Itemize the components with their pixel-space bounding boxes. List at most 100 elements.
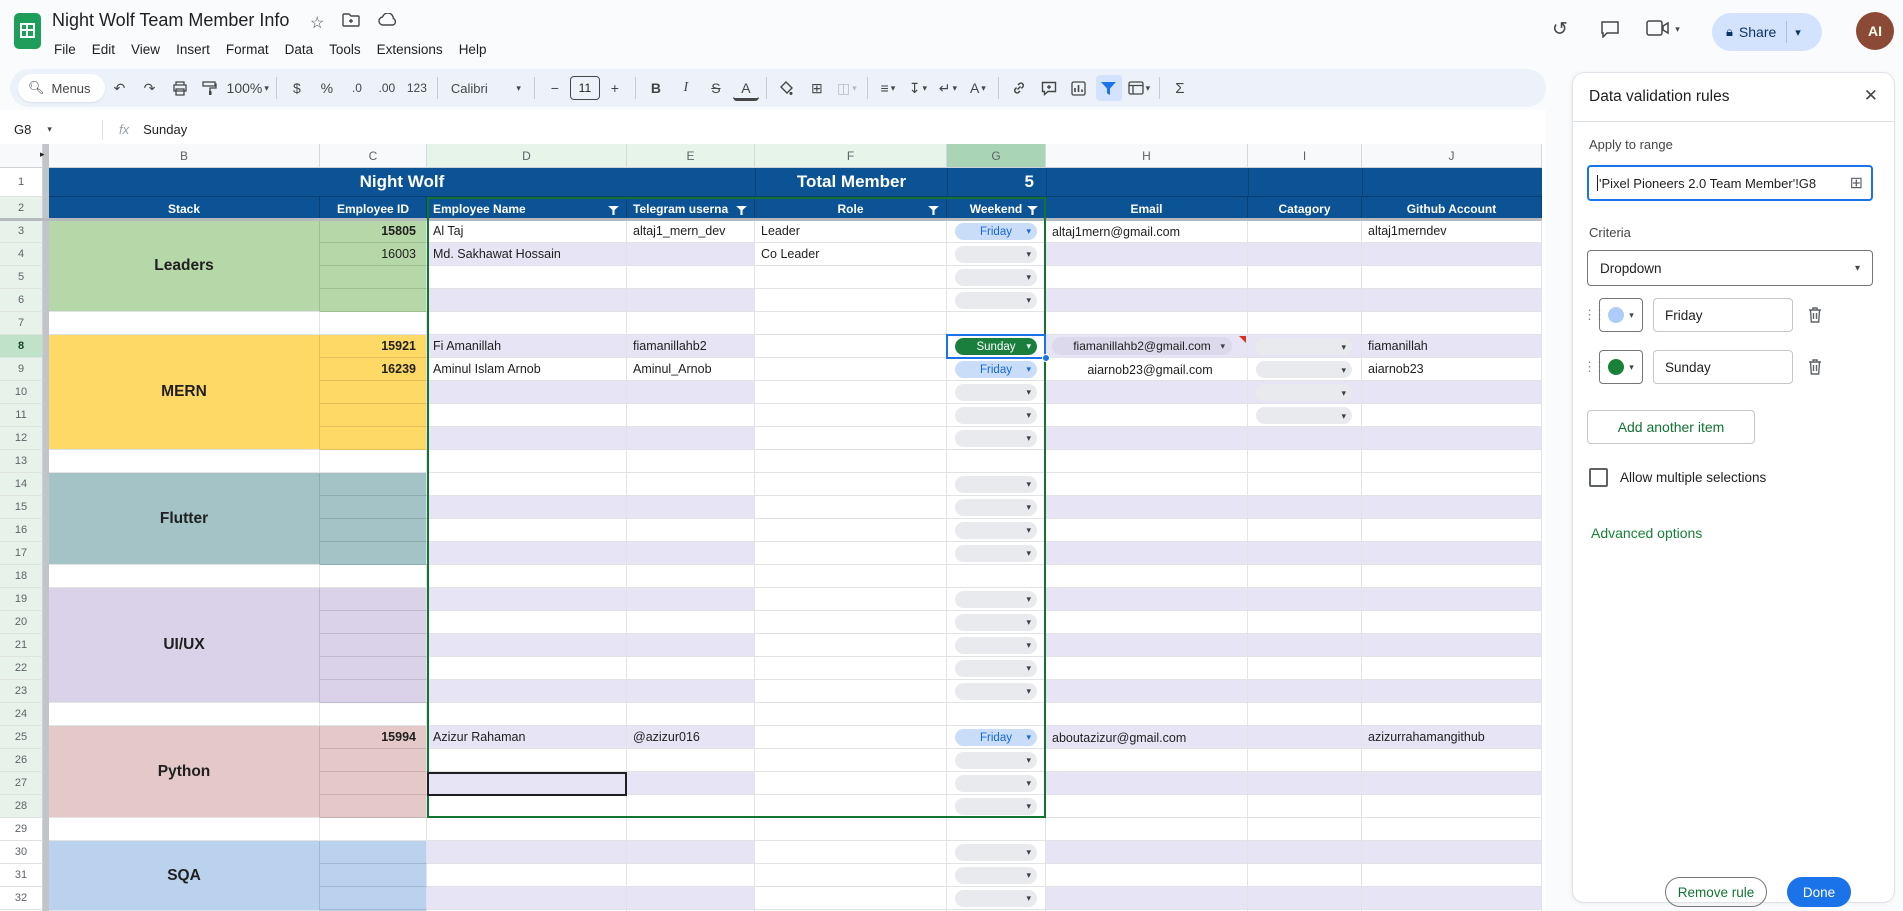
cell-E17[interactable]	[627, 542, 755, 565]
chip-dropdown-icon[interactable]: ▾	[1026, 387, 1031, 398]
cell-J18[interactable]	[1362, 565, 1542, 588]
row-header-7[interactable]: 7	[0, 312, 43, 335]
cell-D23[interactable]	[427, 680, 627, 703]
cell-I27[interactable]	[1248, 772, 1362, 795]
color-swatch-sunday[interactable]: ▾	[1599, 350, 1643, 384]
cell-J14[interactable]	[1362, 473, 1542, 496]
cell-C19[interactable]	[320, 588, 427, 611]
cell-D30[interactable]	[427, 841, 627, 864]
chip-dropdown-icon[interactable]: ▾	[1026, 801, 1031, 812]
cell-J31[interactable]	[1362, 864, 1542, 887]
cell-I31[interactable]	[1248, 864, 1362, 887]
cell-J13[interactable]	[1362, 450, 1542, 473]
menu-extensions[interactable]: Extensions	[369, 38, 451, 62]
cell-C9[interactable]: 16239	[320, 358, 427, 381]
chip-dropdown-icon[interactable]: ▾	[1026, 249, 1031, 260]
row-header-12[interactable]: 12	[0, 427, 43, 450]
cell-I14[interactable]	[1248, 473, 1362, 496]
chip-dropdown-icon[interactable]: ▾	[1026, 640, 1031, 651]
banner-blank[interactable]	[1046, 168, 1248, 197]
cell-J9[interactable]: aiarnob23	[1362, 358, 1542, 381]
cell-I19[interactable]	[1248, 588, 1362, 611]
fill-color-button[interactable]	[774, 75, 800, 101]
header-cell-J[interactable]: Github Account	[1362, 197, 1542, 220]
category-chip-I9[interactable]: ▾	[1256, 361, 1352, 378]
cell-F30[interactable]	[755, 841, 947, 864]
group-label-uiux[interactable]: UI/UX	[49, 588, 320, 703]
row-header-30[interactable]: 30	[0, 841, 43, 864]
column-header-G[interactable]: G	[947, 144, 1046, 168]
cell-H16[interactable]	[1046, 519, 1248, 542]
group-label-sqa[interactable]: SQA	[49, 841, 320, 911]
row-header-20[interactable]: 20	[0, 611, 43, 634]
cell-C10[interactable]	[320, 381, 427, 404]
header-cell-F[interactable]: Role	[755, 197, 947, 220]
row-header-31[interactable]: 31	[0, 864, 43, 887]
version-history-icon[interactable]: ↺	[1552, 18, 1568, 41]
format-currency-button[interactable]: $	[284, 75, 310, 101]
weekend-chip-G16[interactable]: ▾	[955, 522, 1037, 539]
cell-J27[interactable]	[1362, 772, 1542, 795]
cell-C26[interactable]	[320, 749, 427, 772]
chip-dropdown-icon[interactable]: ▾	[1026, 686, 1031, 697]
cell-F20[interactable]	[755, 611, 947, 634]
cell-F7[interactable]	[755, 312, 947, 335]
row-header-11[interactable]: 11	[0, 404, 43, 427]
menu-tools[interactable]: Tools	[321, 38, 369, 62]
cell-E20[interactable]	[627, 611, 755, 634]
row-header-4[interactable]: 4	[0, 243, 43, 266]
cell-E11[interactable]	[627, 404, 755, 427]
chip-dropdown-icon[interactable]: ▾	[1026, 364, 1031, 375]
menu-insert[interactable]: Insert	[168, 38, 218, 62]
insert-link-button[interactable]	[1006, 75, 1032, 101]
close-icon[interactable]: ✕	[1864, 86, 1878, 106]
row-header-17[interactable]: 17	[0, 542, 43, 565]
text-color-button[interactable]: A	[733, 78, 759, 101]
cell-F27[interactable]	[755, 772, 947, 795]
formula-input[interactable]: Sunday	[143, 122, 187, 137]
weekend-chip-G32[interactable]: ▾	[955, 890, 1037, 907]
cell-I13[interactable]	[1248, 450, 1362, 473]
cell-I28[interactable]	[1248, 795, 1362, 818]
cell-H18[interactable]	[1046, 565, 1248, 588]
cell-F3[interactable]: Leader	[755, 220, 947, 243]
decrease-font-size-button[interactable]: −	[542, 75, 568, 101]
cell-J20[interactable]	[1362, 611, 1542, 634]
chip-dropdown-icon[interactable]: ▾	[1341, 411, 1346, 422]
cell-H14[interactable]	[1046, 473, 1248, 496]
chip-dropdown-icon[interactable]: ▾	[1026, 732, 1031, 743]
row-header-3[interactable]: 3	[0, 220, 43, 243]
name-box[interactable]: G8▾	[0, 122, 92, 137]
cell-C5[interactable]	[320, 266, 427, 289]
weekend-chip-G11[interactable]: ▾	[955, 407, 1037, 424]
chip-dropdown-icon[interactable]: ▾	[1026, 410, 1031, 421]
cell-H20[interactable]	[1046, 611, 1248, 634]
row-header-16[interactable]: 16	[0, 519, 43, 542]
cell-H21[interactable]	[1046, 634, 1248, 657]
row-header-26[interactable]: 26	[0, 749, 43, 772]
cell-E28[interactable]	[627, 795, 755, 818]
cell-J17[interactable]	[1362, 542, 1542, 565]
increase-decimals-button[interactable]: .00	[374, 75, 400, 101]
header-cell-E[interactable]: Telegram userna	[627, 197, 755, 220]
font-family-control[interactable]: Calibri▾	[445, 75, 527, 101]
chip-dropdown-icon[interactable]: ▾	[1026, 295, 1031, 306]
cell-C3[interactable]: 15805	[320, 220, 427, 243]
chip-dropdown-icon[interactable]: ▾	[1026, 778, 1031, 789]
cell-B7[interactable]	[49, 312, 320, 335]
header-cell-G[interactable]: Weekend	[947, 197, 1046, 220]
weekend-chip-G21[interactable]: ▾	[955, 637, 1037, 654]
banner-total-member[interactable]: Total Member	[755, 168, 947, 197]
cell-C23[interactable]	[320, 680, 427, 703]
cell-E27[interactable]	[627, 772, 755, 795]
weekend-chip-G12[interactable]: ▾	[955, 430, 1037, 447]
item-input-friday[interactable]: Friday	[1653, 298, 1793, 332]
cell-D16[interactable]	[427, 519, 627, 542]
chip-dropdown-icon[interactable]: ▾	[1341, 365, 1346, 376]
filter-icon[interactable]	[736, 204, 747, 218]
cell-C18[interactable]	[320, 565, 427, 588]
cell-D19[interactable]	[427, 588, 627, 611]
cell-J21[interactable]	[1362, 634, 1542, 657]
email-chip-H8[interactable]: fiamanillahb2@gmail.com▾	[1052, 337, 1232, 355]
cell-C11[interactable]	[320, 404, 427, 427]
